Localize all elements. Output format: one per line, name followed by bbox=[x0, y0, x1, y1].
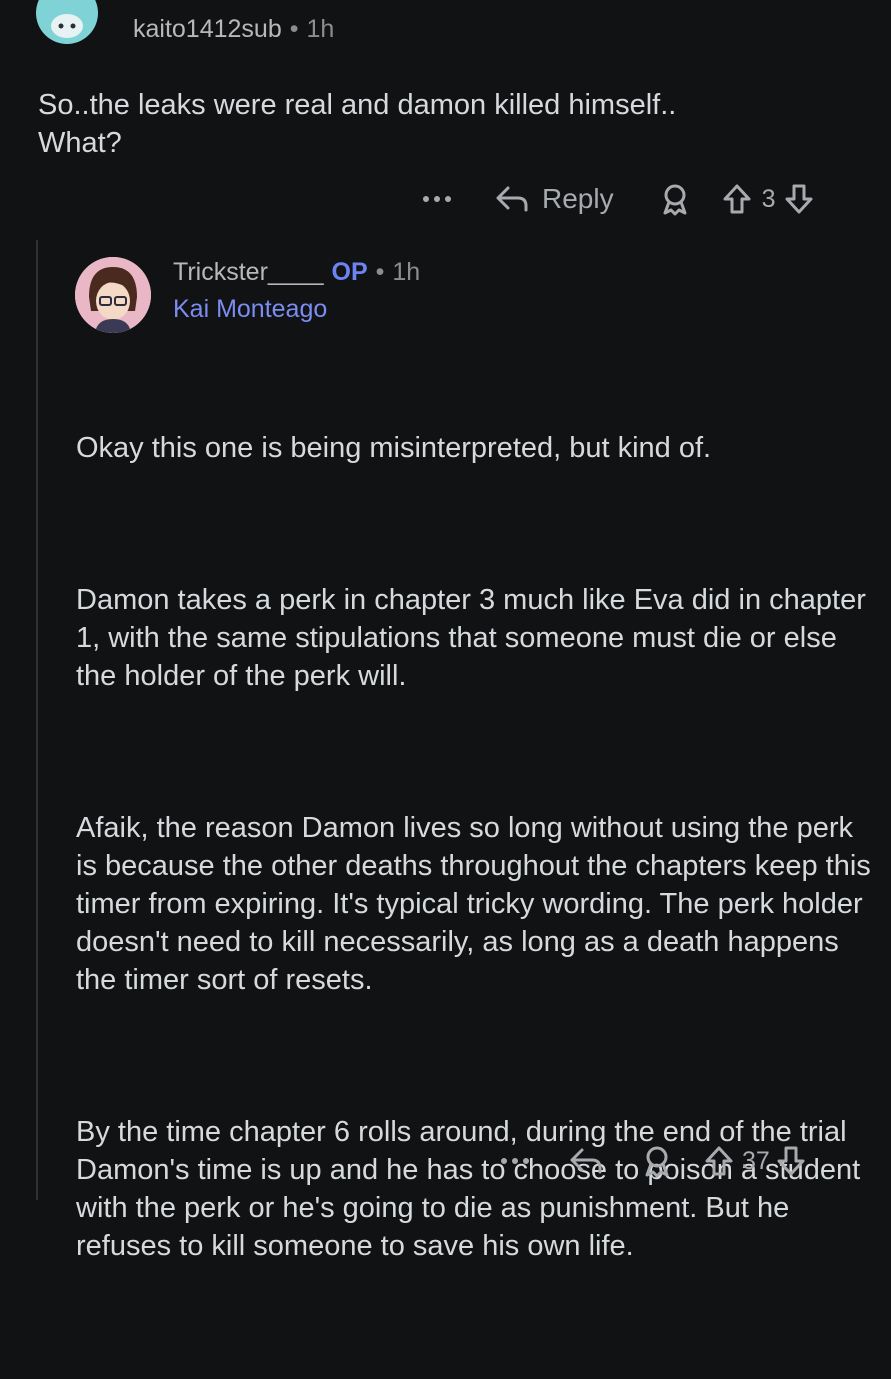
comment-body: So..the leaks were real and damon killed… bbox=[38, 89, 677, 159]
username-link[interactable]: kaito1412sub bbox=[133, 15, 282, 43]
award-icon bbox=[645, 1146, 669, 1178]
reply-arrow-icon bbox=[570, 1148, 602, 1174]
user-avatar-icon bbox=[75, 257, 151, 333]
thread-line[interactable] bbox=[36, 240, 38, 1200]
user-flair: Kai Monteago bbox=[173, 295, 328, 323]
comment-actions: 37 bbox=[498, 1144, 806, 1178]
timestamp: 1h bbox=[306, 15, 335, 43]
op-badge: OP bbox=[331, 258, 368, 286]
avatar[interactable] bbox=[36, 0, 98, 44]
upvote-icon bbox=[705, 1146, 733, 1176]
upvote-button[interactable] bbox=[722, 183, 752, 215]
vote-score: 37 bbox=[742, 1146, 770, 1175]
vote-score: 3 bbox=[761, 184, 776, 213]
comment-meta: Trickster____ OP • 1h bbox=[173, 258, 420, 287]
award-button[interactable] bbox=[640, 1144, 674, 1178]
upvote-button[interactable] bbox=[704, 1145, 734, 1177]
reply-button[interactable]: Reply bbox=[494, 183, 614, 215]
paragraph: Damon takes a perk in chapter 3 much lik… bbox=[76, 584, 874, 692]
meta-separator: • bbox=[289, 15, 299, 43]
upvote-icon bbox=[723, 184, 751, 214]
comment-actions: Reply 3 bbox=[420, 182, 814, 216]
comment-body: Okay this one is being misinterpreted, b… bbox=[76, 353, 876, 1379]
more-options-icon bbox=[501, 1158, 529, 1164]
comment-meta: kaito1412sub • 1h bbox=[133, 15, 334, 44]
meta-separator: • bbox=[375, 258, 385, 286]
avatar[interactable] bbox=[75, 257, 151, 333]
timestamp: 1h bbox=[392, 258, 421, 286]
paragraph: By the time chapter 6 rolls around, duri… bbox=[76, 1116, 869, 1262]
more-options-button[interactable] bbox=[498, 1157, 532, 1165]
reply-arrow-icon bbox=[496, 186, 528, 212]
more-options-button[interactable] bbox=[420, 195, 454, 203]
snoo-avatar-icon bbox=[51, 14, 83, 38]
reply-label: Reply bbox=[542, 183, 614, 214]
username-link[interactable]: Trickster____ bbox=[173, 258, 324, 286]
downvote-button[interactable] bbox=[784, 183, 814, 215]
more-options-icon bbox=[423, 196, 451, 202]
downvote-button[interactable] bbox=[776, 1145, 806, 1177]
paragraph: Afaik, the reason Damon lives so long wi… bbox=[76, 812, 879, 996]
reply-button[interactable] bbox=[568, 1146, 604, 1176]
paragraph: Okay this one is being misinterpreted, b… bbox=[76, 432, 712, 464]
downvote-icon bbox=[785, 184, 812, 214]
award-icon bbox=[663, 184, 687, 216]
downvote-icon bbox=[777, 1146, 805, 1176]
award-button[interactable] bbox=[658, 182, 692, 216]
